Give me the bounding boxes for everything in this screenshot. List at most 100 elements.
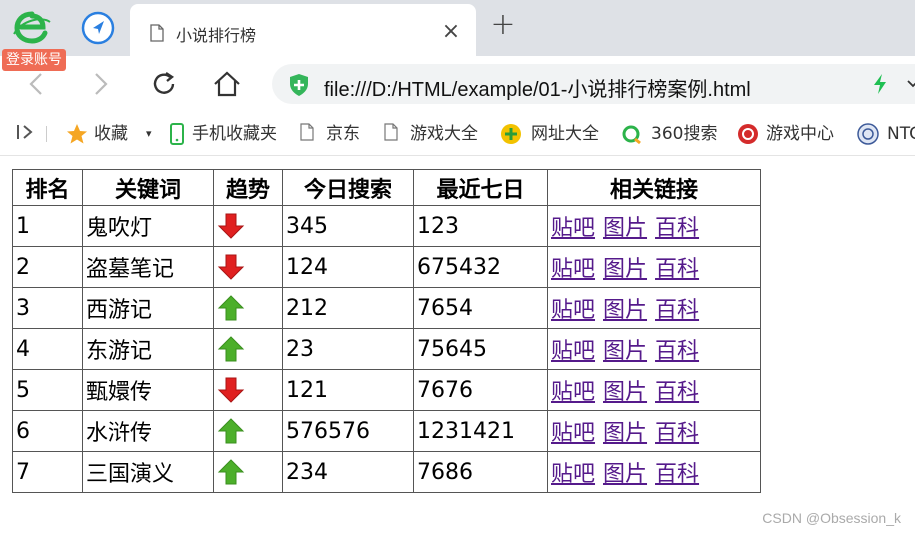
trend-up-arrow-icon bbox=[216, 416, 279, 446]
rank-cell: 7 bbox=[12, 451, 83, 493]
header-related-links: 相关链接 bbox=[547, 169, 761, 206]
caret-down-icon[interactable]: ▾ bbox=[146, 122, 152, 146]
new-tab-button[interactable]: + bbox=[490, 10, 516, 40]
back-button[interactable] bbox=[21, 68, 53, 100]
lightning-icon[interactable] bbox=[872, 74, 888, 98]
star-icon bbox=[66, 123, 88, 152]
chevron-down-icon[interactable] bbox=[906, 76, 915, 95]
bookmark-ntc[interactable]: NTC bbox=[857, 122, 915, 146]
rank-cell: 2 bbox=[12, 246, 83, 288]
reload-button[interactable] bbox=[148, 68, 180, 100]
rank-cell: 6 bbox=[12, 410, 83, 452]
header-rank: 排名 bbox=[12, 169, 83, 206]
home-icon bbox=[214, 71, 240, 97]
related-links-cell: 贴吧 图片 百科 bbox=[547, 410, 761, 452]
browser-logo-icon[interactable] bbox=[12, 10, 52, 44]
link-images[interactable]: 图片 bbox=[603, 339, 647, 364]
bookmark-jd[interactable]: 京东 bbox=[300, 122, 370, 146]
link-tieba[interactable]: 贴吧 bbox=[551, 216, 595, 241]
related-links-cell: 贴吧 图片 百科 bbox=[547, 246, 761, 288]
link-images[interactable]: 图片 bbox=[603, 257, 647, 282]
table-row: 5 甄嬛传 121 7676 贴吧 图片 百科 bbox=[12, 369, 761, 411]
login-account-badge[interactable]: 登录账号 bbox=[2, 49, 66, 71]
seven-day-cell: 7654 bbox=[413, 287, 548, 329]
link-baike[interactable]: 百科 bbox=[655, 339, 699, 364]
link-tieba[interactable]: 贴吧 bbox=[551, 421, 595, 446]
link-baike[interactable]: 百科 bbox=[655, 216, 699, 241]
navigation-compass-icon[interactable] bbox=[81, 11, 115, 45]
trend-down-arrow-icon bbox=[216, 252, 279, 282]
reload-icon bbox=[153, 72, 175, 94]
link-baike[interactable]: 百科 bbox=[655, 380, 699, 405]
trend-cell bbox=[213, 451, 283, 493]
link-tieba[interactable]: 贴吧 bbox=[551, 462, 595, 487]
forward-button[interactable] bbox=[84, 68, 116, 100]
today-search-cell: 124 bbox=[282, 246, 414, 288]
related-links-cell: 贴吧 图片 百科 bbox=[547, 369, 761, 411]
related-links-cell: 贴吧 图片 百科 bbox=[547, 328, 761, 370]
seven-day-cell: 123 bbox=[413, 205, 548, 247]
link-tieba[interactable]: 贴吧 bbox=[551, 257, 595, 282]
keyword-cell: 鬼吹灯 bbox=[82, 205, 214, 247]
link-baike[interactable]: 百科 bbox=[655, 462, 699, 487]
today-search-cell: 212 bbox=[282, 287, 414, 329]
link-baike[interactable]: 百科 bbox=[655, 421, 699, 446]
page-icon bbox=[300, 123, 314, 148]
link-images[interactable]: 图片 bbox=[603, 421, 647, 446]
back-arrow-icon bbox=[29, 73, 42, 95]
bookmark-360-search[interactable]: 360搜索 bbox=[621, 122, 727, 146]
keyword-cell: 盗墓笔记 bbox=[82, 246, 214, 288]
sidebar-toggle-icon[interactable] bbox=[16, 122, 38, 146]
link-images[interactable]: 图片 bbox=[603, 462, 647, 487]
close-tab-icon[interactable]: × bbox=[439, 21, 463, 45]
header-keyword: 关键词 bbox=[82, 169, 214, 206]
trend-up-arrow-icon bbox=[216, 334, 279, 364]
related-links-cell: 贴吧 图片 百科 bbox=[547, 205, 761, 247]
keyword-cell: 水浒传 bbox=[82, 410, 214, 452]
link-tieba[interactable]: 贴吧 bbox=[551, 298, 595, 323]
rank-cell: 4 bbox=[12, 328, 83, 370]
bookmark-divider bbox=[46, 126, 47, 142]
search-360-icon bbox=[621, 123, 643, 152]
url-text[interactable]: file:///D:/HTML/example/01-小说排行榜案例.html bbox=[324, 73, 751, 102]
bookmark-game-center[interactable]: 游戏中心 bbox=[737, 122, 847, 146]
header-last-seven-days: 最近七日 bbox=[413, 169, 548, 206]
link-images[interactable]: 图片 bbox=[603, 298, 647, 323]
bookmark-url-directory[interactable]: 网址大全 bbox=[500, 122, 608, 146]
link-baike[interactable]: 百科 bbox=[655, 298, 699, 323]
trend-cell bbox=[213, 205, 283, 247]
home-button[interactable] bbox=[211, 68, 243, 100]
link-images[interactable]: 图片 bbox=[603, 380, 647, 405]
keyword-cell: 东游记 bbox=[82, 328, 214, 370]
trend-up-arrow-icon bbox=[216, 293, 279, 323]
active-tab[interactable]: 小说排行榜 × bbox=[130, 4, 476, 56]
today-search-cell: 121 bbox=[282, 369, 414, 411]
bookmark-favorites[interactable]: 收藏 ▾ bbox=[66, 122, 166, 146]
link-tieba[interactable]: 贴吧 bbox=[551, 380, 595, 405]
ranking-table: 排名 关键词 趋势 今日搜索 最近七日 相关链接 1 鬼吹灯 345 123 贴吧 图片百… bbox=[12, 169, 761, 493]
tab-strip: 小说排行榜 × + bbox=[0, 0, 915, 56]
trend-cell bbox=[213, 246, 283, 288]
bookmark-mobile-favorites[interactable]: 手机收藏夹 bbox=[170, 122, 290, 146]
link-tieba[interactable]: 贴吧 bbox=[551, 339, 595, 364]
today-search-cell: 576576 bbox=[282, 410, 414, 452]
table-row: 1 鬼吹灯 345 123 贴吧 图片 百科 bbox=[12, 205, 761, 247]
page-icon bbox=[384, 123, 398, 148]
shield-icon bbox=[288, 73, 310, 101]
game-center-icon bbox=[737, 123, 759, 152]
bookmark-games[interactable]: 游戏大全 bbox=[384, 122, 484, 146]
seven-day-cell: 1231421 bbox=[413, 410, 548, 452]
bookmarks-bar: 收藏 ▾ 手机收藏夹 京东 游戏大全 网址大全 360搜索 游戏中心 NT bbox=[0, 112, 915, 156]
address-bar[interactable]: file:///D:/HTML/example/01-小说排行榜案例.html bbox=[272, 64, 915, 104]
related-links-cell: 贴吧 图片 百科 bbox=[547, 287, 761, 329]
browser-toolbar: file:///D:/HTML/example/01-小说排行榜案例.html bbox=[0, 56, 915, 112]
table-row: 4 东游记 23 75645 贴吧 图片 百科 bbox=[12, 328, 761, 370]
link-images[interactable]: 图片 bbox=[603, 216, 647, 241]
trend-down-arrow-icon bbox=[216, 211, 279, 241]
trend-cell bbox=[213, 410, 283, 452]
link-baike[interactable]: 百科 bbox=[655, 257, 699, 282]
bookmark-label: 京东 bbox=[326, 124, 360, 144]
header-today-search: 今日搜索 bbox=[282, 169, 414, 206]
bookmark-label: 360搜索 bbox=[651, 124, 718, 144]
table-header-row: 排名 关键词 趋势 今日搜索 最近七日 相关链接 bbox=[12, 169, 761, 206]
